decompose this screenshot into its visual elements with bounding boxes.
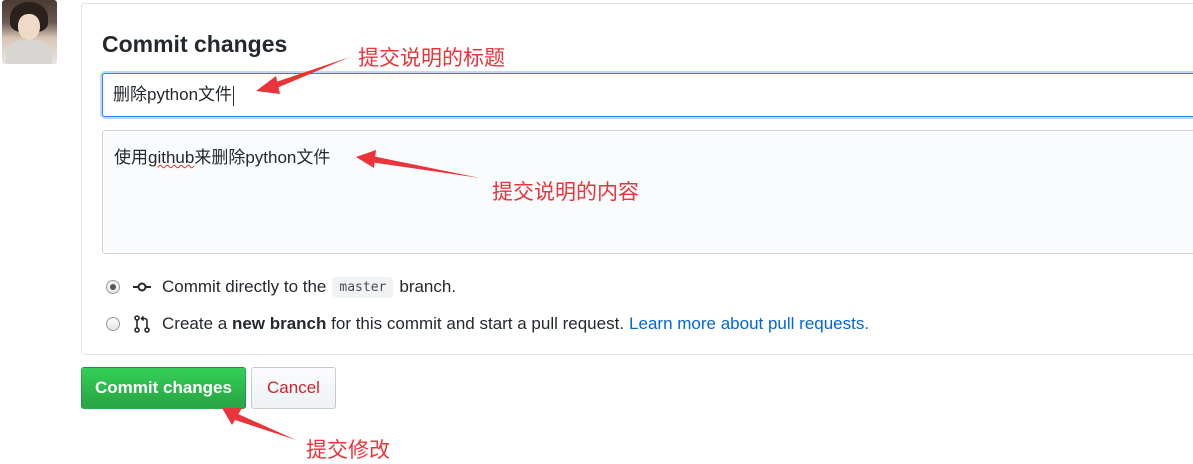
git-commit-icon — [133, 282, 151, 292]
commit-title: Commit changes — [102, 31, 288, 57]
option-2-text-after: for this commit and start a pull request… — [331, 314, 625, 333]
option-1-text-before: Commit directly to the — [162, 277, 327, 296]
commit-changes-button[interactable]: Commit changes — [81, 367, 246, 409]
description-text-after: 来删除python文件 — [194, 148, 331, 167]
description-text-misspelled: github — [148, 148, 195, 167]
branch-name-code: master — [332, 276, 394, 298]
radio-new-branch[interactable] — [106, 317, 120, 331]
option-2-text-before: Create a — [162, 314, 228, 333]
option-1-text-after: branch. — [399, 277, 457, 296]
annotation-content-note: 提交说明的内容 — [492, 180, 639, 204]
git-pull-request-icon — [134, 315, 150, 333]
learn-more-link[interactable]: Learn more about pull requests. — [629, 314, 869, 334]
radio-commit-directly[interactable] — [106, 280, 120, 294]
annotation-commit-note: 提交修改 — [306, 438, 390, 462]
avatar-face — [18, 14, 40, 40]
avatar-robe — [6, 40, 52, 64]
annotation-title-note: 提交说明的标题 — [358, 46, 505, 70]
annotation-arrow-commit — [222, 408, 296, 440]
option-2-bold: new branch — [231, 314, 327, 333]
avatar[interactable] — [2, 0, 57, 64]
summary-value: 删除python文件 — [113, 85, 233, 104]
cancel-button[interactable]: Cancel — [251, 367, 336, 409]
option-new-branch[interactable]: Create a new branch for this commit and … — [106, 313, 869, 335]
commit-summary-input[interactable]: 删除python文件 — [102, 73, 1193, 117]
description-text-before: 使用 — [114, 148, 148, 167]
commit-description-textarea[interactable]: 使用github来删除python文件 — [102, 130, 1193, 254]
option-commit-directly[interactable]: Commit directly to the master branch. — [106, 276, 456, 298]
text-caret — [233, 85, 235, 106]
